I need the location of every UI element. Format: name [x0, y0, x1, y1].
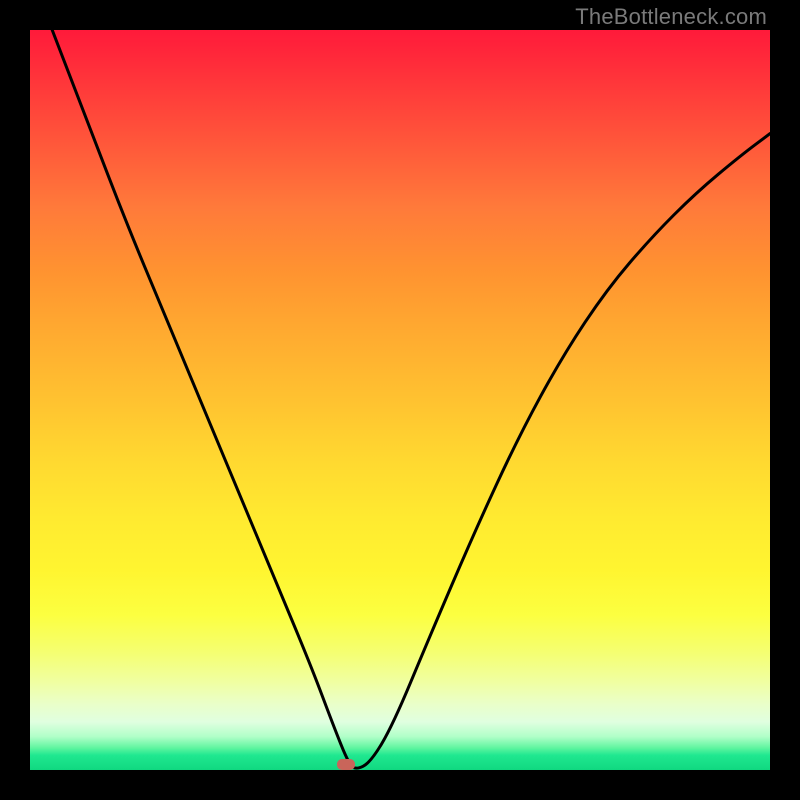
bottleneck-curve [30, 30, 770, 770]
chart-frame: TheBottleneck.com [0, 0, 800, 800]
watermark-text: TheBottleneck.com [575, 4, 767, 30]
optimal-point-marker [337, 759, 355, 770]
